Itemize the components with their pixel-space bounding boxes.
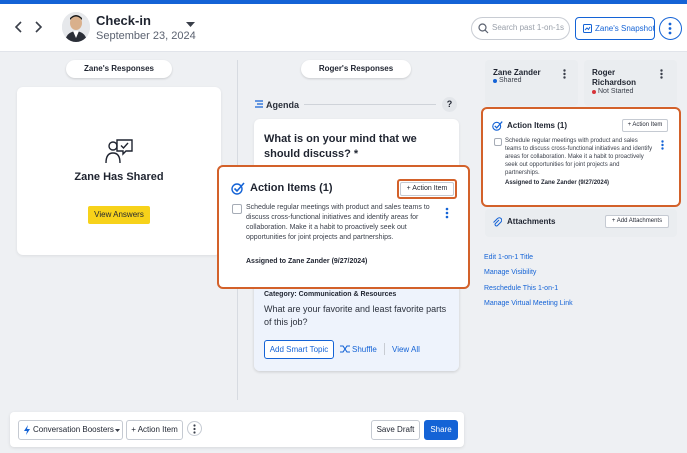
search-placeholder: Search past 1-on-1s <box>492 23 565 32</box>
reschedule-link[interactable]: Reschedule This 1-on-1 <box>484 285 558 292</box>
kebab-icon <box>668 22 672 35</box>
attachments-section: Attachments + Add Attachments <box>485 209 677 237</box>
add-action-item-button[interactable]: + Action Item <box>622 119 668 132</box>
check-circle-icon <box>492 121 503 131</box>
kebab-icon[interactable] <box>563 69 566 79</box>
header: Check-in September 23, 2024 Search past … <box>0 4 687 52</box>
user-card-roger: Roger Richardson Not Started <box>584 60 677 106</box>
action-items-title: Action Items (1) <box>250 182 333 194</box>
user-card-zane: Zane Zander Shared <box>485 60 578 106</box>
action-items-panel: Action Items (1) + Action Item Schedule … <box>481 107 681 207</box>
shuffle-link[interactable]: Shuffle <box>352 345 377 354</box>
forward-arrow-icon[interactable] <box>31 19 45 35</box>
action-item-text: Schedule regular meetings with product a… <box>246 204 430 241</box>
kebab-icon[interactable] <box>661 140 664 150</box>
add-smart-topic-button[interactable]: Add Smart Topic <box>264 340 334 359</box>
action-item-checkbox[interactable] <box>494 138 502 146</box>
add-action-item-footer-button[interactable]: + Action Item <box>126 420 183 440</box>
shared-title: Zane Has Shared <box>74 171 164 183</box>
status-dot <box>592 90 596 94</box>
avatar <box>62 12 90 42</box>
zane-responses-label: Zane's Responses <box>66 60 172 78</box>
link-divider <box>384 343 385 355</box>
agenda-divider <box>304 104 436 105</box>
snapshot-icon <box>583 24 592 33</box>
add-attachments-button[interactable]: + Add Attachments <box>605 215 669 228</box>
action-item-assignee: Assigned to Zane Zander (9/27/2024) <box>246 258 368 265</box>
kebab-icon <box>193 424 196 434</box>
agenda-question: What is on your mind that we should disc… <box>264 133 417 160</box>
caret-down-icon <box>115 429 120 432</box>
roger-responses-label: Roger's Responses <box>301 60 411 78</box>
conversation-boosters-button[interactable]: Conversation Boosters <box>18 420 123 440</box>
agenda-label: Agenda <box>266 100 300 110</box>
topic-question: What are your favorite and least favorit… <box>264 304 447 327</box>
edit-title-link[interactable]: Edit 1-on-1 Title <box>484 254 533 261</box>
add-action-item-button[interactable]: + Action Item <box>400 182 454 196</box>
attachments-title: Attachments <box>507 217 556 226</box>
action-item-checkbox[interactable] <box>232 204 242 214</box>
paperclip-icon <box>493 217 502 227</box>
search-icon <box>478 23 489 34</box>
user-status: Not Started <box>598 88 634 95</box>
footer-more-button[interactable] <box>187 421 202 436</box>
kebab-icon[interactable] <box>660 69 663 79</box>
status-dot <box>493 79 497 83</box>
lightning-icon <box>24 425 30 435</box>
view-answers-button[interactable]: View Answers <box>88 206 150 224</box>
share-button[interactable]: Share <box>424 420 458 440</box>
user-name: Roger Richardson <box>592 68 637 87</box>
meeting-date: September 23, 2024 <box>96 30 196 42</box>
chevron-down-icon[interactable] <box>186 22 195 28</box>
help-button[interactable]: ? <box>442 97 457 112</box>
zane-shared-card: Zane Has Shared <box>17 87 221 255</box>
boosters-label: Conversation Boosters <box>33 425 114 434</box>
back-arrow-icon[interactable] <box>12 19 26 35</box>
check-circle-icon <box>231 182 245 195</box>
action-item-assignee: Assigned to Zane Zander (9/27/2024) <box>505 180 610 186</box>
snapshot-button[interactable]: Zane's Snapshot <box>575 17 655 40</box>
shared-chat-icon <box>105 139 133 164</box>
virtual-meeting-link[interactable]: Manage Virtual Meeting Link <box>484 300 573 307</box>
action-item-kebab-icon[interactable] <box>445 207 449 219</box>
snapshot-label: Zane's Snapshot <box>595 24 655 33</box>
topic-category: Category: Communication & Resources <box>264 291 397 298</box>
action-items-title: Action Items (1) <box>507 121 568 130</box>
user-status: Shared <box>499 77 522 84</box>
more-options-button[interactable] <box>659 17 682 40</box>
save-draft-button[interactable]: Save Draft <box>371 420 420 440</box>
agenda-list-icon <box>255 100 263 108</box>
view-all-link[interactable]: View All <box>392 345 420 354</box>
footer-bar: Conversation Boosters + Action Item Save… <box>10 412 464 447</box>
search-input[interactable]: Search past 1-on-1s <box>471 17 570 40</box>
action-items-popout: Action Items (1) + Action Item Schedule … <box>217 165 470 289</box>
user-name: Zane Zander <box>493 68 541 77</box>
shuffle-icon[interactable] <box>340 345 350 353</box>
page-title[interactable]: Check-in <box>96 13 151 28</box>
action-item-text: Schedule regular meetings with product a… <box>505 138 653 176</box>
manage-visibility-link[interactable]: Manage Visibility <box>484 269 536 276</box>
